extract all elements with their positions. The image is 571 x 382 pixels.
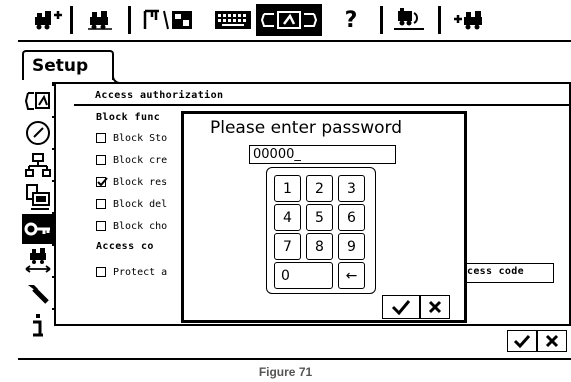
- checkbox-label: Block del: [113, 198, 168, 210]
- toolbar: ?: [18, 0, 571, 40]
- checkbox[interactable]: [96, 155, 106, 165]
- close-icon: [545, 334, 559, 348]
- key-5[interactable]: 5: [306, 204, 333, 231]
- tab-setup[interactable]: Setup: [22, 50, 114, 80]
- network-icon[interactable]: [22, 150, 54, 180]
- confirm-button[interactable]: [507, 330, 537, 352]
- key-3[interactable]: 3: [338, 175, 365, 202]
- locomotive-icon[interactable]: [84, 4, 116, 36]
- checkbox-row[interactable]: Block Sto: [96, 131, 167, 145]
- key-4[interactable]: 4: [274, 204, 301, 231]
- checkbox-row[interactable]: Protect a: [96, 265, 167, 279]
- key-6[interactable]: 6: [338, 204, 365, 231]
- key-0[interactable]: 0: [274, 262, 333, 289]
- checkbox-row[interactable]: Block cre: [96, 153, 167, 167]
- keyboard-icon[interactable]: [212, 4, 254, 36]
- checkbox-label: Block res: [113, 176, 168, 188]
- settings-icon[interactable]: [22, 86, 54, 116]
- locomotive-arrows-icon[interactable]: [22, 246, 54, 276]
- access-code-field[interactable]: cess code: [462, 263, 554, 283]
- tab-edge: [112, 56, 142, 84]
- bottom-divider: [18, 358, 571, 360]
- keypad: 1 2 3 4 5 6 7 8 9 0 ←: [266, 167, 376, 294]
- dialog-title: Please enter password: [210, 118, 403, 138]
- checkbox-label: Protect a: [113, 266, 168, 278]
- close-icon: [428, 300, 442, 314]
- help-icon[interactable]: ?: [336, 4, 366, 36]
- checkbox[interactable]: [96, 133, 106, 143]
- key-7[interactable]: 7: [274, 233, 301, 260]
- turntable-icon[interactable]: [390, 4, 428, 36]
- access-code-heading: Access co: [96, 241, 154, 252]
- checkbox[interactable]: [96, 199, 106, 209]
- signal-panel-icon[interactable]: [140, 4, 204, 36]
- toolbar-separator: [128, 6, 131, 34]
- key-icon[interactable]: [22, 214, 54, 244]
- info-icon[interactable]: [22, 310, 54, 340]
- key-2[interactable]: 2: [306, 175, 333, 202]
- checkmark-icon: [513, 334, 531, 348]
- dialog-confirm-button[interactable]: [382, 295, 420, 319]
- checkbox-label: Block Sto: [113, 132, 168, 144]
- computer-icon[interactable]: [22, 182, 54, 212]
- checkbox[interactable]: [96, 267, 106, 277]
- checkbox-row[interactable]: Block del: [96, 197, 167, 211]
- clock-icon[interactable]: [22, 118, 54, 148]
- wrench-icon[interactable]: [22, 278, 54, 308]
- cancel-button[interactable]: [537, 330, 567, 352]
- checkbox-label: Block cre: [113, 154, 168, 166]
- block-functions-heading: Block func: [96, 112, 161, 123]
- key-9[interactable]: 9: [338, 233, 365, 260]
- key-1[interactable]: 1: [274, 175, 301, 202]
- checkmark-icon: [391, 300, 411, 315]
- dialog-cancel-button[interactable]: [420, 295, 450, 319]
- toolbar-separator: [438, 6, 441, 34]
- checkbox-row[interactable]: Block cho: [96, 219, 167, 233]
- backspace-key[interactable]: ←: [338, 262, 365, 289]
- checkbox-label: Block cho: [113, 220, 168, 232]
- locomotive-add-icon[interactable]: [32, 4, 64, 36]
- password-input[interactable]: 00000_: [249, 145, 396, 164]
- toolbar-divider: [18, 40, 571, 42]
- checkbox-row[interactable]: Block res: [96, 175, 167, 189]
- toolbar-separator: [70, 6, 73, 34]
- section-title: Access authorization: [74, 90, 571, 106]
- checkbox[interactable]: [96, 221, 106, 231]
- toolbar-separator: [380, 6, 383, 34]
- locomotive-right-icon[interactable]: [450, 4, 490, 36]
- key-8[interactable]: 8: [306, 233, 333, 260]
- checkbox-checked[interactable]: [96, 177, 108, 187]
- control-panel-icon[interactable]: [256, 4, 322, 36]
- figure-caption: Figure 71: [258, 365, 313, 379]
